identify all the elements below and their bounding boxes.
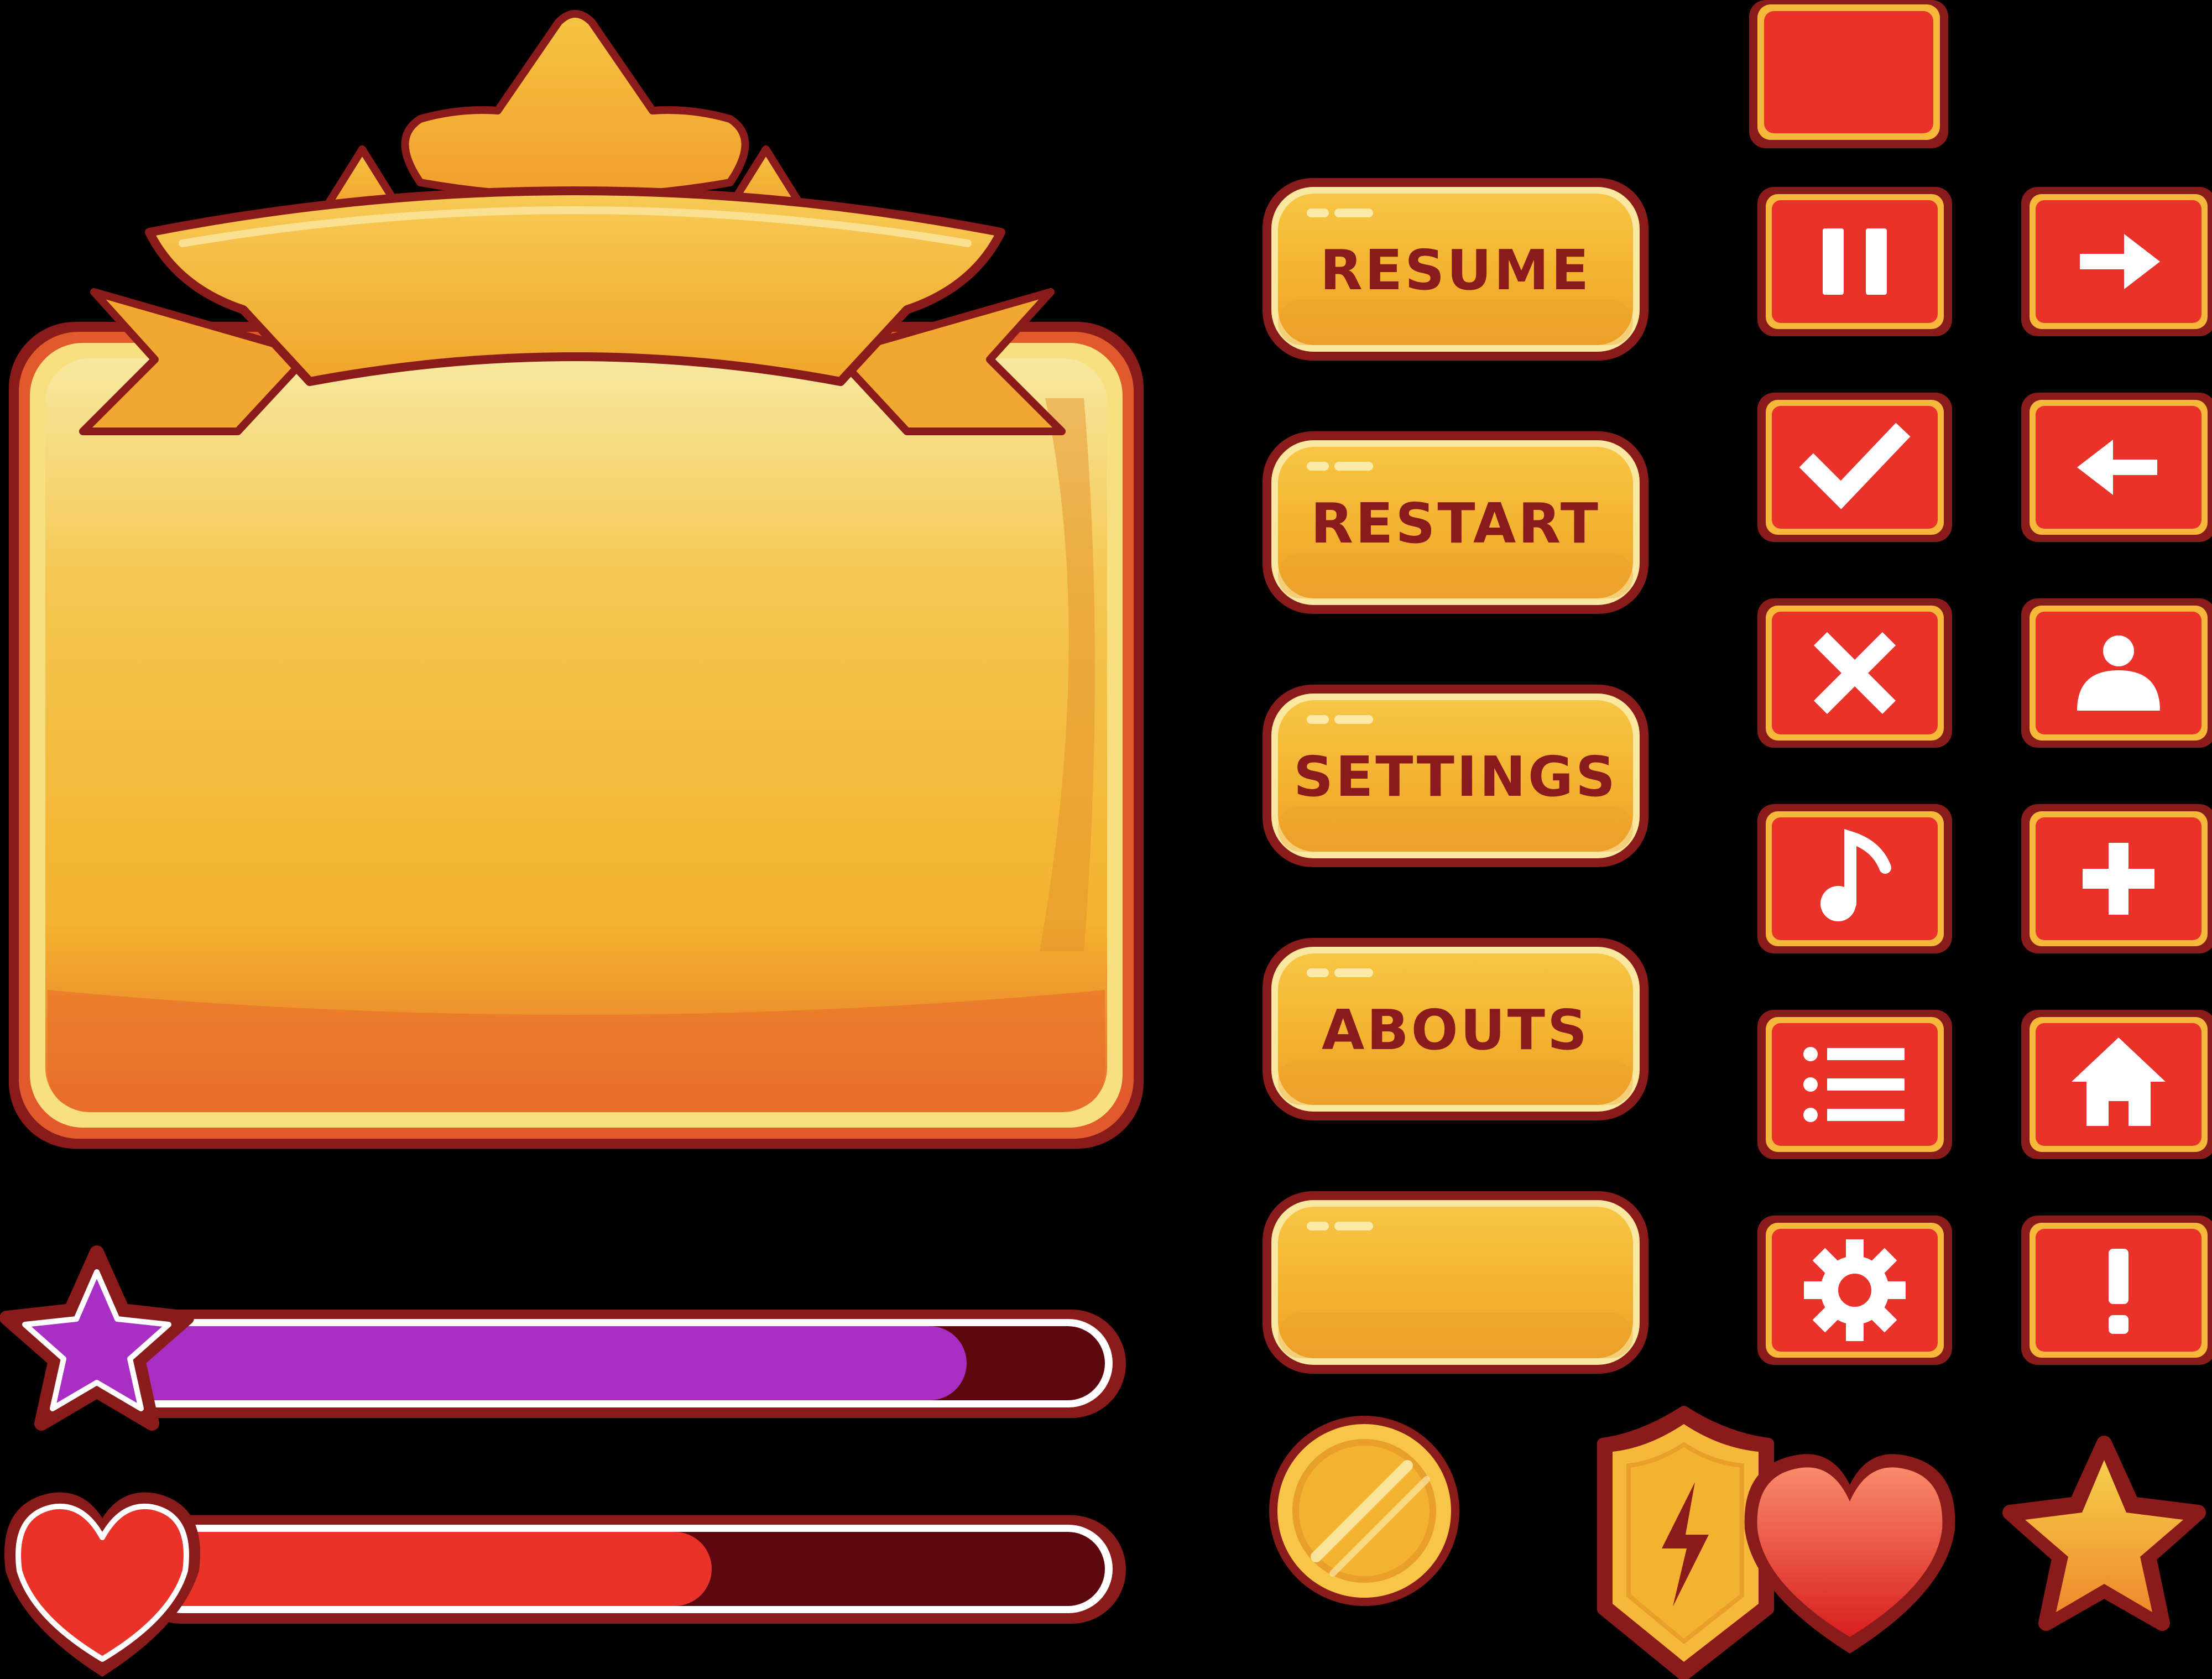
- heart-progress-bar: [4, 1492, 1126, 1677]
- game-ui-kit: RESUME RESTART SETTINGS ABOUTS: [0, 0, 2212, 1679]
- star-progress-bar: [0, 1245, 1126, 1431]
- blank-square-button[interactable]: [1749, 0, 1948, 148]
- gear-button[interactable]: [1757, 1216, 1952, 1365]
- menu-button-column: RESUME RESTART SETTINGS ABOUTS: [1262, 178, 1648, 1374]
- user-button[interactable]: [2021, 598, 2212, 748]
- coin-icon: [1269, 1416, 1459, 1606]
- panel-face: [45, 358, 1107, 1112]
- plus-button[interactable]: [2021, 804, 2212, 953]
- gear-icon: [1804, 1239, 1906, 1341]
- resume-button[interactable]: RESUME: [1262, 178, 1648, 361]
- star-icon: [2002, 1436, 2206, 1631]
- check-button[interactable]: [1757, 393, 1952, 542]
- heart-bar-fill: [146, 1532, 712, 1606]
- lightning-shield-icon: [1597, 1406, 1774, 1679]
- crown-ornament: [317, 10, 811, 220]
- resume-button-label: RESUME: [1320, 238, 1591, 303]
- close-button[interactable]: [1757, 598, 1952, 748]
- icon-button-set: [1757, 187, 2212, 1365]
- list-button[interactable]: [1757, 1010, 1952, 1159]
- pause-button[interactable]: [1757, 187, 1952, 336]
- star-bar-fill: [118, 1326, 967, 1400]
- arrow-right-button[interactable]: [2021, 187, 2212, 336]
- abouts-button[interactable]: ABOUTS: [1262, 938, 1648, 1120]
- icon-button-grid: [1749, 0, 1948, 148]
- exclamation-icon: [2109, 1249, 2128, 1334]
- home-button[interactable]: [2021, 1010, 2212, 1159]
- arrow-left-button[interactable]: [2021, 393, 2212, 542]
- abouts-button-label: ABOUTS: [1322, 998, 1589, 1062]
- music-button[interactable]: [1757, 804, 1952, 953]
- settings-button[interactable]: SETTINGS: [1262, 685, 1648, 867]
- restart-button-label: RESTART: [1311, 491, 1600, 556]
- restart-button[interactable]: RESTART: [1262, 431, 1648, 614]
- blank-button[interactable]: [1262, 1191, 1648, 1374]
- exclamation-button[interactable]: [2021, 1216, 2212, 1365]
- heart-icon: [1744, 1454, 1955, 1654]
- settings-button-label: SETTINGS: [1293, 744, 1618, 809]
- ribbon-panel: [9, 10, 1144, 1149]
